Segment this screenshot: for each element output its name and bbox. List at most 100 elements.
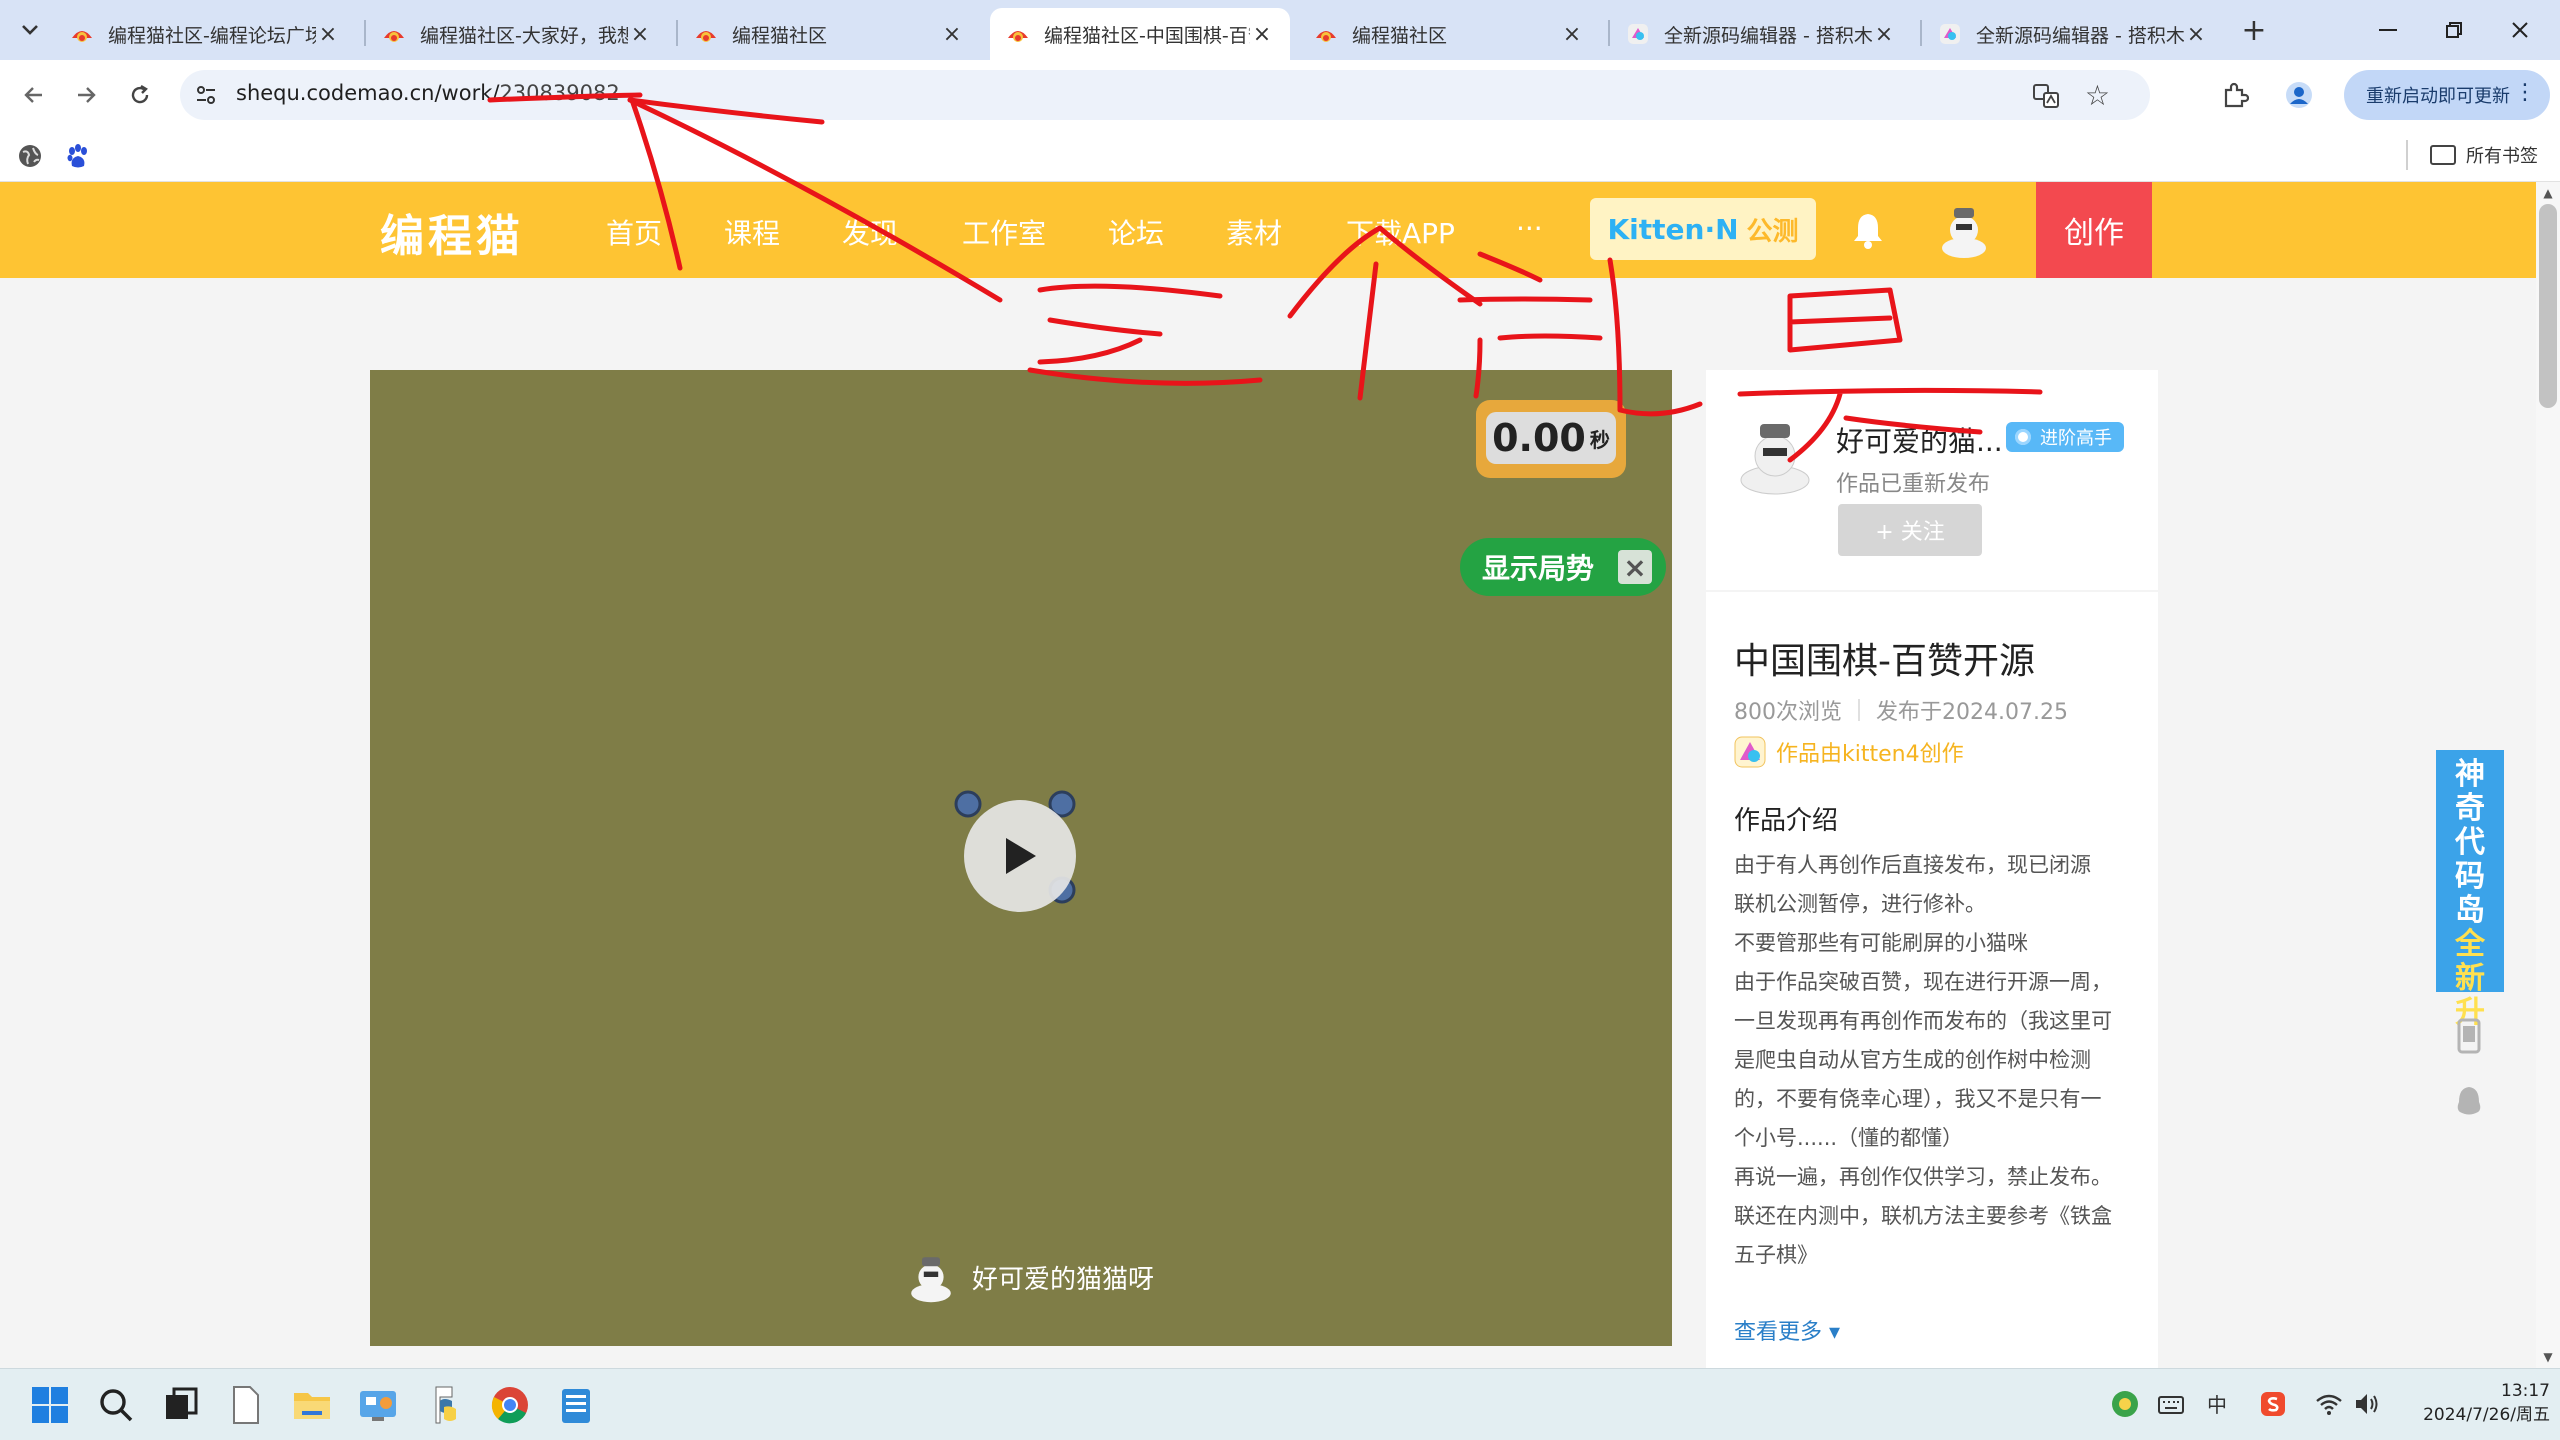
nav-home[interactable]: 首页 — [606, 212, 662, 252]
close-icon[interactable]: × — [628, 22, 652, 47]
globe-icon[interactable] — [16, 142, 44, 170]
browser-tab-5[interactable]: 编程猫社区 × — [1298, 8, 1600, 60]
see-more-link[interactable]: 查看更多 ▾ — [1734, 1314, 1840, 1346]
browser-tab-1[interactable]: 编程猫社区-编程论坛广场 × — [54, 8, 356, 60]
search-icon[interactable] — [94, 1383, 138, 1427]
side-promo-banner[interactable]: 神 奇 代 码 岛 全 新 升 — [2436, 750, 2504, 1030]
nav-forum[interactable]: 论坛 — [1108, 212, 1164, 252]
intro-line: 由于作品突破百赞，现在进行开源一周， — [1734, 970, 2112, 994]
close-icon — [2512, 22, 2528, 38]
level-badge: 进阶高手 — [2006, 422, 2124, 452]
python-icon[interactable] — [422, 1383, 466, 1427]
more-vert-icon[interactable]: ⋮ — [2514, 80, 2536, 105]
scroll-down-icon[interactable]: ▼ — [2540, 1350, 2556, 1366]
chrome-icon[interactable] — [488, 1383, 532, 1427]
nav-courses[interactable]: 课程 — [724, 212, 780, 252]
clock-time: 13:17 — [2501, 1381, 2550, 1401]
tab-search-button[interactable] — [12, 14, 48, 46]
windows-start-icon[interactable] — [28, 1383, 72, 1427]
banner-char: 代 — [2455, 825, 2485, 860]
control-panel-icon[interactable] — [356, 1383, 400, 1427]
close-icon[interactable]: × — [1560, 22, 1584, 47]
tab-title: 编程猫社区-大家好，我想 — [420, 24, 628, 47]
taskbar-clock[interactable]: 13:17 2024/7/26/周五 — [2406, 1379, 2550, 1427]
browser-tab-4-active[interactable]: 编程猫社区-中国围棋-百赞 × — [990, 8, 1290, 60]
reload-button[interactable] — [120, 75, 160, 115]
baidu-paw-icon[interactable] — [64, 142, 92, 170]
notepad-icon[interactable] — [554, 1383, 598, 1427]
close-icon[interactable]: × — [1872, 22, 1896, 47]
profile-button[interactable] — [2282, 78, 2316, 112]
phone-icon[interactable] — [2454, 1018, 2484, 1054]
sogou-ime-icon[interactable] — [2258, 1389, 2288, 1419]
forward-button[interactable] — [66, 75, 106, 115]
browser-tab-2[interactable]: 编程猫社区-大家好，我想 × — [366, 8, 668, 60]
windows-taskbar: 中 13:17 2024/7/26/周五 — [0, 1368, 2560, 1440]
close-icon[interactable]: × — [1250, 22, 1274, 47]
made-with[interactable]: 作品由kitten4创作 — [1734, 736, 1964, 768]
site-logo[interactable]: 编程猫 — [380, 200, 524, 264]
site-info-icon[interactable] — [194, 83, 218, 107]
bell-icon[interactable] — [1850, 210, 1886, 250]
user-avatar[interactable] — [1934, 200, 1994, 260]
author-subtitle: 作品已重新发布 — [1836, 472, 1991, 497]
scroll-up-icon[interactable]: ▲ — [2540, 186, 2556, 202]
close-window-button[interactable] — [2490, 8, 2550, 52]
task-view-icon[interactable] — [158, 1383, 202, 1427]
close-icon[interactable]: × — [2184, 22, 2208, 47]
nav-download-app[interactable]: 下载APP — [1346, 212, 1455, 252]
restore-icon — [2446, 22, 2462, 38]
close-icon[interactable]: × — [1618, 550, 1652, 584]
address-bar[interactable]: shequ.codemao.cn/work/230839082 ☆ — [180, 70, 2150, 120]
minimize-button[interactable] — [2358, 8, 2418, 52]
bookmark-divider — [2406, 140, 2408, 170]
file-explorer-icon[interactable] — [290, 1383, 334, 1427]
extensions-button[interactable] — [2218, 78, 2252, 112]
nav-more[interactable]: ··· — [1516, 212, 1543, 245]
tab-title: 全新源码编辑器 - 搭积木 — [1976, 24, 2184, 47]
blank-file-icon[interactable] — [224, 1383, 268, 1427]
nav-assets[interactable]: 素材 — [1226, 212, 1282, 252]
author-name[interactable]: 好可爱的猫... — [1836, 420, 2003, 460]
browser-tab-3[interactable]: 编程猫社区 × — [678, 8, 980, 60]
back-button[interactable] — [14, 75, 54, 115]
nav-discover[interactable]: 发现 — [842, 212, 898, 252]
new-tab-button[interactable]: + — [2236, 12, 2272, 48]
show-situation-button[interactable]: 显示局势 × — [1460, 538, 1666, 596]
source-editor-favicon-icon — [1628, 24, 1648, 44]
work-player[interactable]: 0.00 秒 显示局势 × 好可爱的猫猫呀 — [370, 370, 1672, 1346]
kitten-n-beta-button[interactable]: Kitten·N 公测 — [1590, 198, 1816, 260]
made-with-label: 作品由kitten4创作 — [1776, 742, 1964, 767]
publish-date: 发布于2024.07.25 — [1876, 700, 2068, 725]
screen: 编程猫社区-编程论坛广场 × 编程猫社区-大家好，我想 × 编程猫社区 × 编程… — [0, 0, 2560, 1440]
browser-tab-7[interactable]: 全新源码编辑器 - 搭积木 × — [1922, 8, 2224, 60]
app-tray-icon[interactable] — [2110, 1389, 2140, 1419]
scrollbar-thumb[interactable] — [2539, 204, 2557, 408]
intro-line: 是爬虫自动从官方生成的创作树中检测 — [1734, 1048, 2091, 1072]
nav-studio[interactable]: 工作室 — [962, 212, 1046, 252]
play-button[interactable] — [964, 800, 1076, 912]
author-avatar[interactable] — [1730, 410, 1820, 500]
qq-penguin-icon[interactable] — [2454, 1084, 2484, 1120]
close-icon[interactable]: × — [316, 22, 340, 47]
keyboard-icon[interactable] — [2156, 1389, 2186, 1419]
translate-icon[interactable] — [2032, 82, 2060, 110]
relaunch-update-button[interactable]: 重新启动即可更新 ⋮ — [2344, 70, 2550, 120]
wifi-icon[interactable] — [2314, 1389, 2344, 1419]
close-icon[interactable]: × — [940, 22, 964, 47]
follow-button[interactable]: + 关注 — [1838, 504, 1982, 556]
intro-line: 联还在内测中，联机方法主要参考《铁盒 — [1734, 1204, 2112, 1228]
medal-icon — [2012, 426, 2034, 448]
all-bookmarks-label: 所有书签 — [2466, 146, 2538, 167]
create-button[interactable]: 创作 — [2036, 182, 2152, 278]
arrow-left-icon — [24, 87, 42, 103]
ime-indicator[interactable]: 中 — [2202, 1389, 2232, 1419]
speaker-icon[interactable] — [2352, 1389, 2382, 1419]
player-author: 好可爱的猫猫呀 — [904, 1250, 1154, 1304]
bookmark-star-icon[interactable]: ☆ — [2085, 79, 2110, 112]
url-text[interactable]: shequ.codemao.cn/work/230839082 — [236, 81, 620, 105]
browser-tab-6[interactable]: 全新源码编辑器 - 搭积木 × — [1610, 8, 1912, 60]
restore-button[interactable] — [2424, 8, 2484, 52]
all-bookmarks-button[interactable]: 所有书签 — [2430, 142, 2538, 168]
codemao-favicon-icon — [1008, 31, 1028, 42]
